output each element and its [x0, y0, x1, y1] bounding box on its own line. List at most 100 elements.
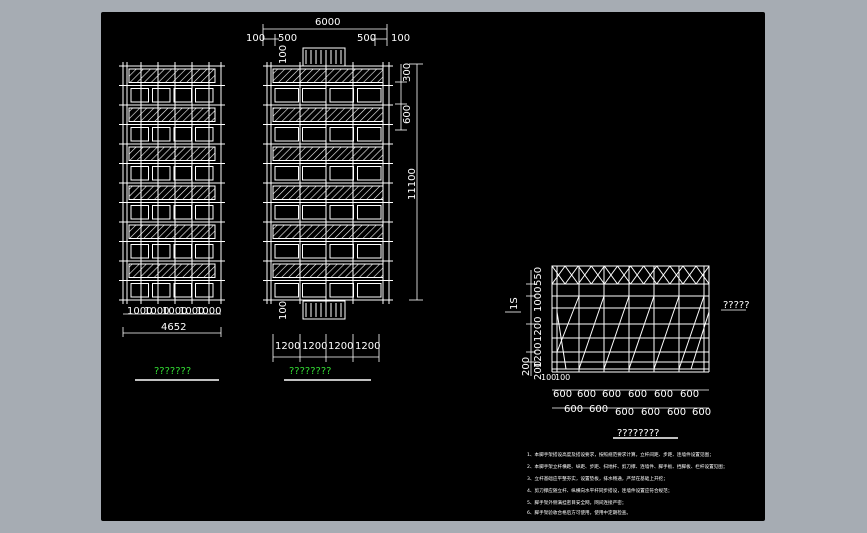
left-board-cell	[173, 88, 192, 103]
left-board-cell	[152, 88, 171, 103]
right-board-cell	[357, 127, 382, 142]
right-board-cell	[302, 205, 327, 220]
scaffold-plan-right	[263, 47, 393, 320]
right-hatched-board	[272, 185, 384, 200]
note-line-5: 5、脚手架外侧满挂密目安全网，网间连接严密；	[527, 499, 626, 506]
right-board-cell	[329, 205, 354, 220]
plan-right-side-top: 300	[402, 63, 413, 82]
plan-right-top-total: 6000	[315, 17, 340, 28]
note-line-6: 6、脚手架验收合格后方可使用，使用中定期检查。	[527, 509, 631, 516]
cross-brace	[690, 311, 710, 370]
section-bottom-r1-1: 600	[553, 389, 572, 400]
section-bottom-small-1: 100	[541, 373, 556, 382]
section-bottom-r2-2: 600	[589, 404, 608, 415]
left-board-cell	[130, 88, 149, 103]
plan-left-title: ???????	[154, 366, 191, 377]
left-board-cell	[130, 283, 149, 298]
right-board-cell	[329, 88, 354, 103]
note-line-2: 2、本脚手架立杆横距、纵距、步距、扫地杆、剪刀撑、连墙件、脚手板、挡脚板、栏杆设…	[527, 463, 727, 470]
left-hatched-board	[128, 224, 216, 239]
section-bottom-r1-4: 600	[628, 389, 647, 400]
cad-viewport[interactable]: 1000 1000 1000 1000 1000 4652 ??????? 60…	[101, 12, 765, 521]
right-board-cell	[274, 127, 299, 142]
section-bottom-r2-1: 600	[564, 404, 583, 415]
plan-right-top-dim-4: 100	[391, 33, 410, 44]
right-board-cell	[329, 127, 354, 142]
plan-right-left-bottom: 100	[278, 301, 289, 320]
note-line-4: 4、剪刀撑应随立杆、纵横向水平杆同步搭设，连墙件设置应符合规范；	[527, 487, 672, 494]
plan-right-bottom-dim-3: 1200	[328, 341, 353, 352]
section-left-dim-2: 1000	[533, 287, 544, 312]
right-board-cell	[302, 244, 327, 259]
cad-drawing: 1000 1000 1000 1000 1000 4652 ??????? 60…	[119, 17, 750, 516]
section-bottom-r2-3: 600	[615, 407, 634, 418]
scaffold-plan-left	[119, 62, 225, 304]
section-bottom-small-2: 100	[555, 373, 570, 382]
left-board-cell	[152, 127, 171, 142]
section-side-label: ?????	[723, 300, 750, 311]
left-board-cell	[173, 283, 192, 298]
left-board-cell	[173, 166, 192, 181]
section-bottom-r2-4: 600	[641, 407, 660, 418]
plan-right-top-dim-2: 500	[278, 33, 297, 44]
left-board-cell	[195, 244, 214, 259]
right-hatched-board	[272, 224, 384, 239]
left-board-cell	[173, 244, 192, 259]
left-board-cell	[152, 166, 171, 181]
plan-right-bottom-dim-4: 1200	[355, 341, 380, 352]
plan-right-top-dim-1: 100	[246, 33, 265, 44]
plan-right-side-total: 11100	[407, 168, 418, 200]
right-board-cell	[302, 127, 327, 142]
left-board-cell	[195, 283, 214, 298]
section-bottom-r1-3: 600	[602, 389, 621, 400]
left-board-cell	[195, 166, 214, 181]
plan-right-bottom-dim-2: 1200	[302, 341, 327, 352]
left-board-cell	[195, 88, 214, 103]
cross-brace	[578, 295, 605, 370]
left-board-cell	[152, 244, 171, 259]
section-bottom-r1-2: 600	[577, 389, 596, 400]
section-bottom-r2-6: 600	[692, 407, 711, 418]
right-board-cell	[329, 166, 354, 181]
left-board-cell	[152, 283, 171, 298]
right-board-cell	[357, 283, 382, 298]
left-hatched-board	[128, 263, 216, 278]
note-line-1: 1、本脚手架搭设高度及搭设要求，按照规范要求计算，立杆间距、步距、连墙件设置见图…	[527, 451, 714, 458]
right-board-cell	[302, 166, 327, 181]
right-board-cell	[302, 283, 327, 298]
left-board-cell	[152, 205, 171, 220]
right-board-cell	[274, 205, 299, 220]
left-board-cell	[130, 166, 149, 181]
left-hatched-board	[128, 146, 216, 161]
right-hatched-board	[272, 68, 384, 83]
right-hatched-board	[272, 146, 384, 161]
left-board-cell	[195, 205, 214, 220]
plan-left-total-width: 4652	[161, 322, 186, 333]
left-board-cell	[173, 127, 192, 142]
cross-brace	[678, 295, 705, 370]
right-board-cell	[329, 244, 354, 259]
right-board-cell	[329, 283, 354, 298]
left-board-cell	[173, 205, 192, 220]
right-hatched-board	[272, 263, 384, 278]
right-board-cell	[357, 205, 382, 220]
right-hatched-board	[272, 107, 384, 122]
section-left-small: 1S	[509, 297, 520, 310]
left-board-cell	[130, 244, 149, 259]
plan-right-bottom-dim-1: 1200	[275, 341, 300, 352]
section-bottom-r1-5: 600	[654, 389, 673, 400]
note-line-3: 3、立杆基础应平整夯实，设置垫板，排水畅通，严禁在基础上开挖；	[527, 475, 668, 482]
left-hatched-board	[128, 68, 216, 83]
section-left-dim-3: 1200	[533, 317, 544, 342]
section-bottom-r2-5: 600	[667, 407, 686, 418]
right-board-cell	[357, 166, 382, 181]
cross-brace	[603, 295, 630, 370]
plan-right-left-top: 100	[278, 45, 289, 64]
section-left-dim-1: 550	[533, 267, 544, 286]
plan-right-side-mid: 600	[402, 105, 413, 124]
right-board-cell	[274, 88, 299, 103]
right-board-cell	[274, 244, 299, 259]
left-hatched-board	[128, 107, 216, 122]
left-board-cell	[195, 127, 214, 142]
cross-brace	[628, 295, 655, 370]
